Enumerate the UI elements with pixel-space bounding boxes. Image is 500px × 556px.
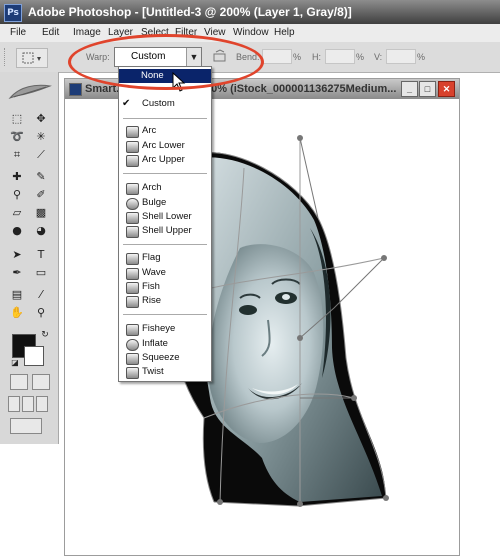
eyedropper-tool-icon[interactable]: ⁄ [34,288,48,302]
notes-tool-icon[interactable]: ▤ [10,288,24,302]
flag-icon [126,253,139,265]
checkmark-icon: ✔ [122,98,131,109]
slice-tool-icon[interactable]: ⟋ [34,148,48,162]
default-colors-icon[interactable]: ◪ [8,356,22,370]
menu-file[interactable]: File [10,27,26,38]
zoom-tool-icon[interactable]: ⚲ [34,306,48,320]
highlight-ring [68,34,264,90]
lasso-tool-icon[interactable]: ➰ [10,130,24,144]
menu-image[interactable]: Image [73,27,101,38]
background-color-swatch[interactable] [24,346,44,366]
menu-edit[interactable]: Edit [42,27,59,38]
standard-mode-button[interactable] [10,374,28,390]
marquee-tool-icon[interactable]: ⬚ [10,112,24,126]
bulge-icon [126,198,139,210]
healing-brush-tool-icon[interactable]: ✚ [10,170,24,184]
menu-separator [123,173,207,174]
minimize-button[interactable]: _ [401,81,418,97]
move-tool-icon[interactable]: ✥ [34,112,48,126]
menu-window[interactable]: Window [233,27,269,38]
v-distortion-field[interactable] [386,49,416,64]
quick-mask-button[interactable] [32,374,50,390]
h-label: H: [312,52,321,62]
document-title-tail: 00% (iStock_000001136275Medium... [205,83,397,95]
menu-item-inflate[interactable]: Inflate [119,337,211,351]
menu-item-shell-lower[interactable]: Shell Lower [119,210,211,224]
title-bar: Ps Adobe Photoshop - [Untitled-3 @ 200% … [0,0,500,24]
magic-wand-tool-icon[interactable]: ✳ [34,130,48,144]
hand-tool-icon[interactable]: ✋ [10,306,24,320]
arc-icon [126,126,139,138]
shell-upper-icon [126,226,139,238]
menu-bar: File Edit Image Layer Select Filter View… [0,24,500,43]
photoshop-app: Ps Adobe Photoshop - [Untitled-3 @ 200% … [0,0,500,556]
shell-lower-icon [126,212,139,224]
menu-item-squeeze[interactable]: Squeeze [119,351,211,365]
jump-to-imageready-button[interactable] [10,418,42,434]
menu-item-twist[interactable]: Twist [119,365,211,379]
clone-stamp-tool-icon[interactable]: ⚲ [10,188,24,202]
h-unit: % [356,52,365,62]
bend-field[interactable] [262,49,292,64]
menu-separator [123,314,207,315]
eraser-tool-icon[interactable]: ▱ [10,206,24,220]
menu-separator [123,244,207,245]
dodge-tool-icon[interactable]: ◕ [34,224,48,238]
inflate-icon [126,339,139,351]
bend-unit: % [293,52,302,62]
v-unit: % [417,52,426,62]
blur-tool-icon[interactable]: ● [10,224,24,238]
screen-mode-standard-button[interactable] [8,396,20,412]
screen-mode-full-button[interactable] [36,396,48,412]
path-selection-tool-icon[interactable]: ➤ [10,248,24,262]
warp-style-menu: None ✔ Custom Arc Arc Lower Arc Upper Ar… [118,66,212,382]
gradient-tool-icon[interactable]: ▩ [34,206,48,220]
pen-tool-icon[interactable]: ✒ [10,266,24,280]
screen-mode-menubar-button[interactable] [22,396,34,412]
arc-lower-icon [126,141,139,153]
menu-help[interactable]: Help [274,27,295,38]
options-bar-grip[interactable] [4,48,8,66]
menu-item-arch[interactable]: Arch [119,181,211,195]
tool-preset-picker[interactable] [16,48,48,68]
fish-icon [126,282,139,294]
h-distortion-field[interactable] [325,49,355,64]
menu-item-wave[interactable]: Wave [119,266,211,280]
menu-item-rise[interactable]: Rise [119,294,211,308]
menu-item-arc-lower[interactable]: Arc Lower [119,139,211,153]
swap-colors-icon[interactable]: ↻ [38,328,52,342]
arch-icon [126,183,139,195]
maximize-button[interactable]: □ [419,81,436,97]
twist-icon [126,367,139,379]
adobe-feather-icon[interactable] [6,82,52,102]
v-label: V: [374,52,383,62]
history-brush-tool-icon[interactable]: ✐ [34,188,48,202]
menu-item-flag[interactable]: Flag [119,251,211,265]
crop-tool-icon[interactable]: ⌗ [10,148,24,162]
close-button[interactable]: ✕ [438,81,455,97]
menu-item-fisheye[interactable]: Fisheye [119,322,211,336]
menu-item-fish[interactable]: Fish [119,280,211,294]
document-icon [69,83,82,96]
shape-tool-icon[interactable]: ▭ [34,266,48,280]
menu-separator [123,118,207,119]
menu-item-shell-upper[interactable]: Shell Upper [119,224,211,238]
arc-upper-icon [126,155,139,167]
fisheye-icon [126,324,139,336]
squeeze-icon [126,353,139,365]
window-title: Adobe Photoshop - [Untitled-3 @ 200% (La… [28,5,352,19]
photoshop-app-icon: Ps [4,4,22,22]
wave-icon [126,268,139,280]
rise-icon [126,296,139,308]
transform-tool-icon [22,52,41,64]
menu-item-arc-upper[interactable]: Arc Upper [119,153,211,167]
brush-tool-icon[interactable]: ✎ [34,170,48,184]
menu-item-custom[interactable]: ✔ Custom [119,97,211,111]
menu-item-bulge[interactable]: Bulge [119,196,211,210]
menu-item-arc[interactable]: Arc [119,124,211,138]
type-tool-icon[interactable]: T [34,248,48,262]
toolbox: ⬚ ✥ ➰ ✳ ⌗ ⟋ ✚ ✎ ⚲ ✐ ▱ ▩ ● ◕ ➤ T ✒ ▭ ▤ ⁄ … [0,72,59,444]
